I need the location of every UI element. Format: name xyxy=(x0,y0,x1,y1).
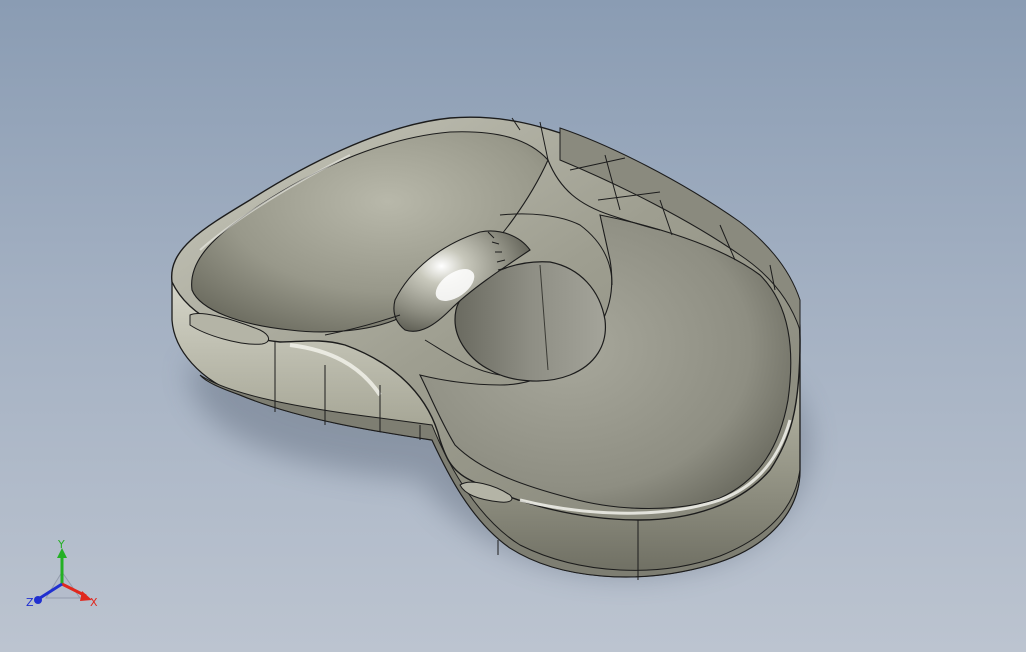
z-axis-end xyxy=(34,596,42,604)
cushion-3d-model[interactable] xyxy=(0,0,1026,652)
3d-viewport[interactable]: Y X Z xyxy=(0,0,1026,652)
y-axis-label: Y xyxy=(57,538,65,551)
z-axis-label: Z xyxy=(26,596,34,609)
axis-triad: Y X Z xyxy=(26,538,98,609)
x-axis-label: X xyxy=(90,596,98,609)
